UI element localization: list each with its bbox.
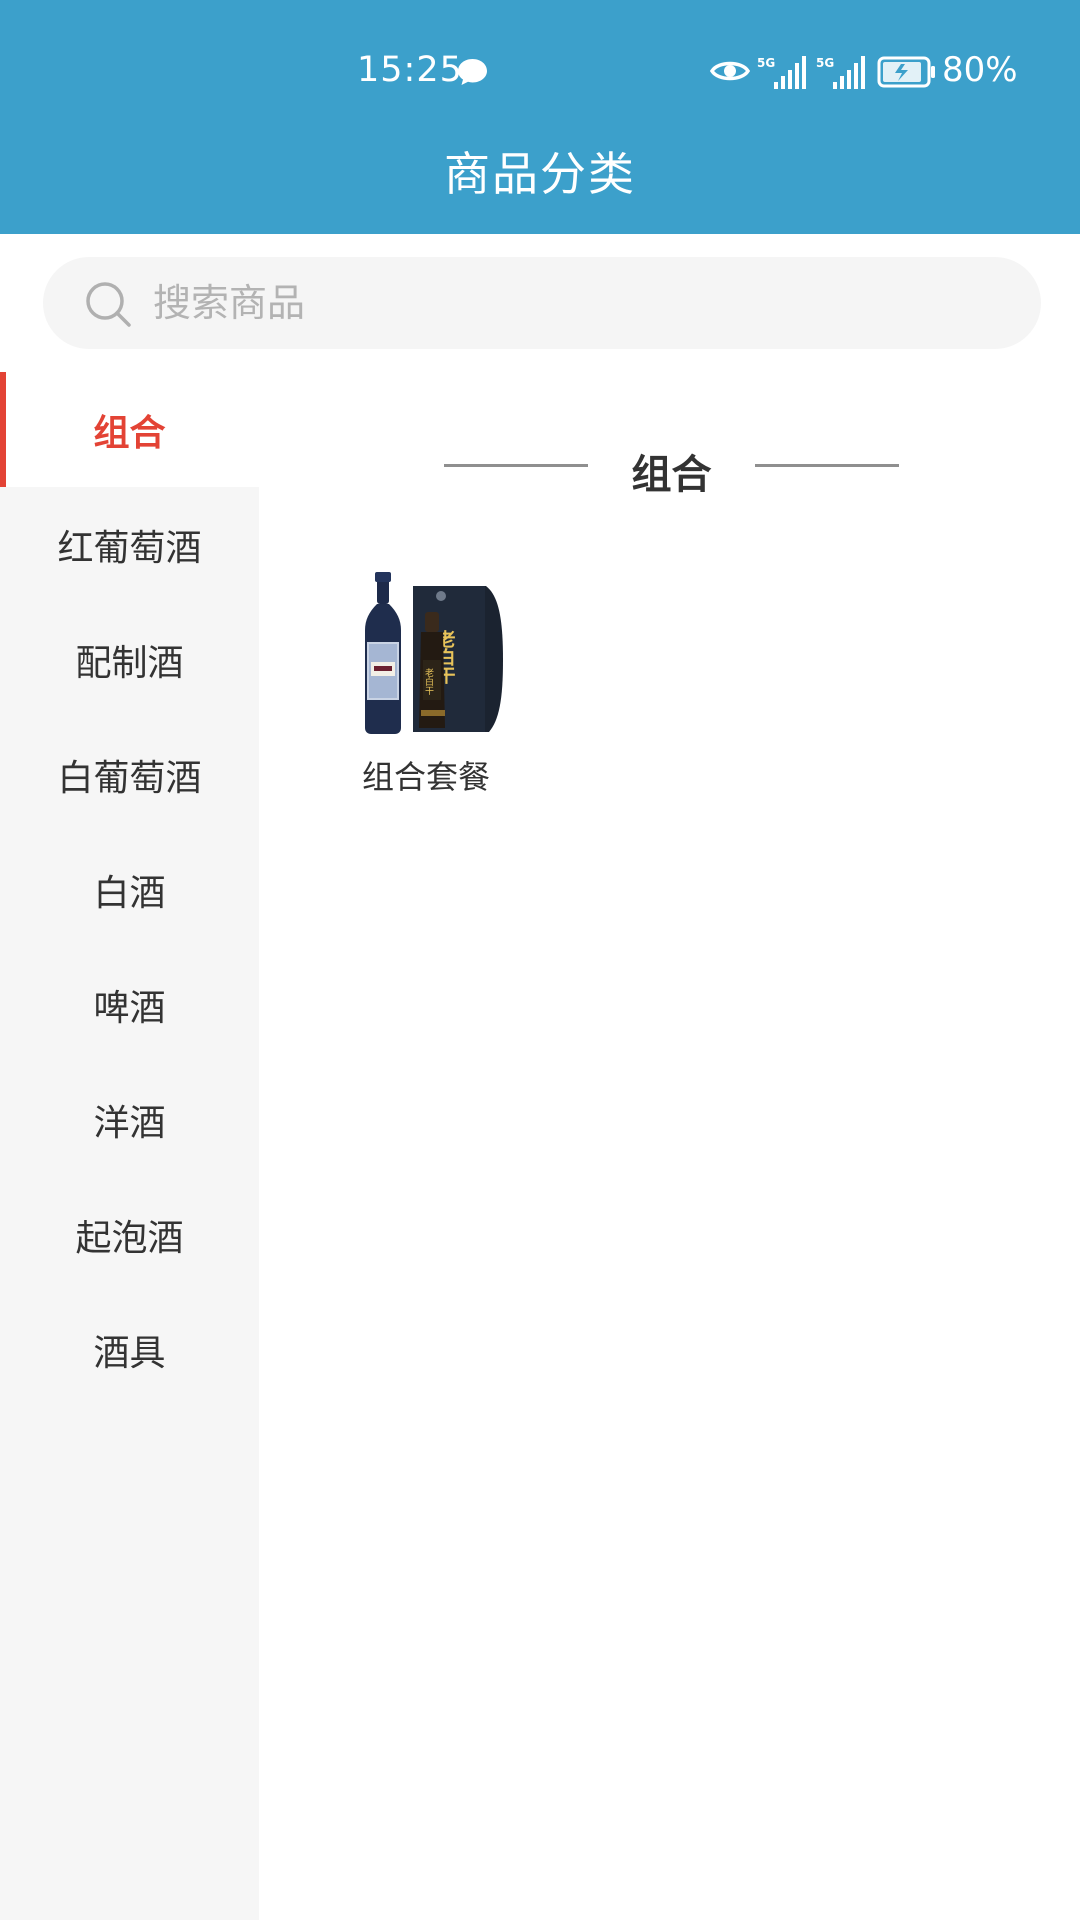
sidebar-item-barware[interactable]: 酒具 (0, 1292, 259, 1407)
sidebar-item-label: 酒具 (93, 1332, 166, 1374)
network-label-1: 5G (757, 56, 775, 70)
svg-text:老白干: 老白干 (423, 667, 434, 696)
product-image[interactable]: 老白干 老白干 (341, 570, 511, 735)
sidebar-item-white-wine[interactable]: 白葡萄酒 (0, 717, 259, 832)
sidebar-item-red-wine[interactable]: 红葡萄酒 (0, 487, 259, 602)
sidebar-item-beer[interactable]: 啤酒 (0, 947, 259, 1062)
sidebar-item-label: 红葡萄酒 (57, 527, 202, 569)
sidebar-item-combo[interactable]: 组合 (0, 372, 259, 487)
page-title: 商品分类 (444, 147, 636, 201)
app-header: 15:25 5G 5G 80% 商品分类 (0, 0, 1080, 234)
search-input[interactable] (153, 257, 1013, 349)
sidebar-item-label: 配制酒 (75, 642, 184, 684)
sidebar-item-baijiu[interactable]: 白酒 (0, 832, 259, 947)
signal-icon: 5G (816, 56, 865, 89)
sidebar-item-mixed-liquor[interactable]: 配制酒 (0, 602, 259, 717)
sidebar-item-sparkling-wine[interactable]: 起泡酒 (0, 1177, 259, 1292)
search-icon (86, 282, 131, 327)
sidebar-item-label: 白葡萄酒 (57, 757, 202, 799)
category-content: 组合 老白干 老白干 组合套餐 (259, 372, 1080, 1920)
eye-icon (710, 61, 750, 81)
divider-line (755, 464, 899, 467)
sidebar-item-label: 啤酒 (93, 987, 166, 1029)
product-item[interactable]: 老白干 老白干 组合套餐 (341, 570, 511, 810)
sidebar-item-label: 白酒 (93, 872, 166, 914)
search-bar[interactable] (43, 257, 1041, 349)
sidebar-item-label: 洋酒 (93, 1102, 166, 1144)
status-bar: 15:25 5G 5G 80% (0, 0, 1080, 150)
sidebar-item-label: 组合 (93, 412, 166, 454)
message-bubble-icon (458, 59, 487, 85)
signal-icon: 5G (757, 56, 806, 89)
battery-percent: 80% (942, 50, 1018, 90)
section-title: 组合 (631, 452, 712, 498)
network-label-2: 5G (816, 56, 834, 70)
status-time: 15:25 (357, 50, 463, 90)
product-name: 组合套餐 (361, 758, 490, 796)
divider-line (444, 464, 588, 467)
sidebar-item-foreign-liquor[interactable]: 洋酒 (0, 1062, 259, 1177)
category-sidebar: 组合 红葡萄酒 配制酒 白葡萄酒 白酒 啤酒 洋酒 起泡酒 酒具 (0, 372, 259, 1920)
sidebar-item-label: 起泡酒 (75, 1217, 184, 1259)
battery-charging-icon (877, 56, 935, 88)
